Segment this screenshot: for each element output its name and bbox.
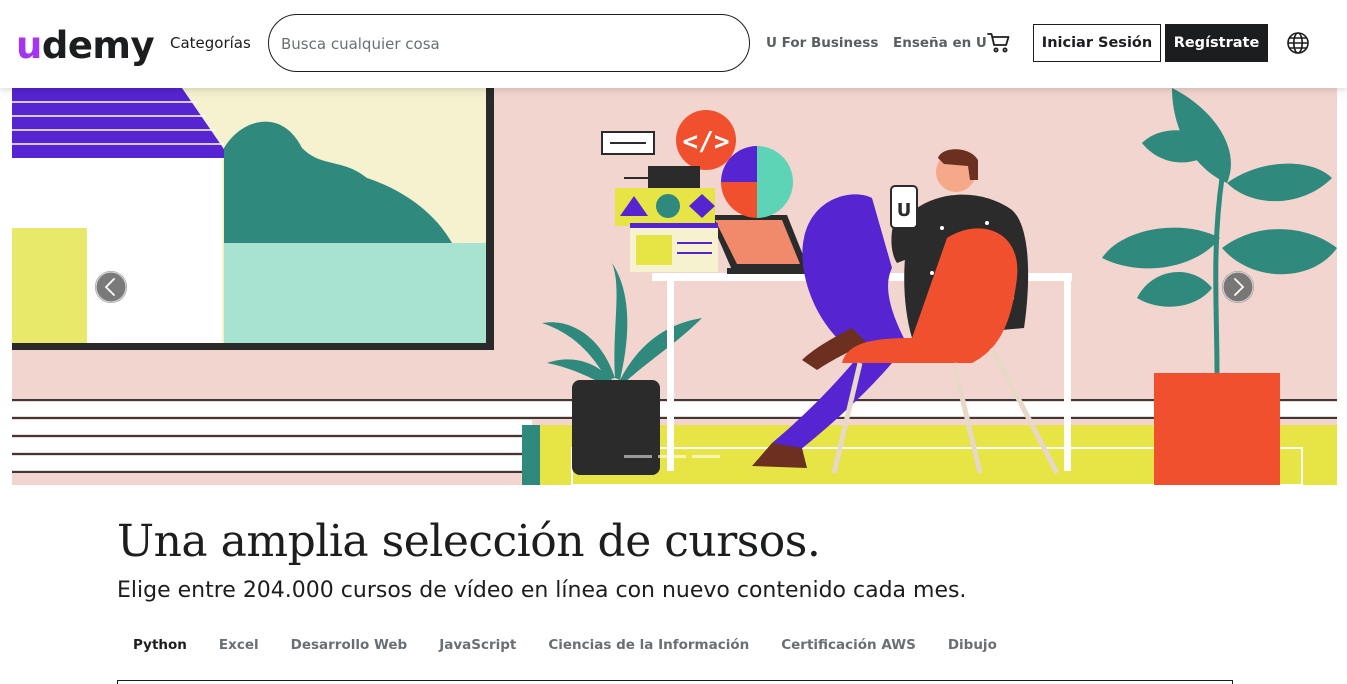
signup-button[interactable]: Regístrate	[1165, 24, 1268, 62]
section-subline: Elige entre 204.000 cursos de vídeo en l…	[117, 578, 967, 603]
carousel-dot-2[interactable]	[658, 455, 686, 458]
carousel-next-button[interactable]	[1222, 271, 1254, 303]
top-header: udemy Categorías U For Business Enseña e…	[0, 0, 1347, 88]
tab-certificación-aws[interactable]: Certificación AWS	[765, 634, 932, 656]
tab-python[interactable]: Python	[117, 634, 203, 656]
tab-panel-border	[117, 680, 1233, 684]
udemy-business-link[interactable]: U For Business	[766, 35, 878, 51]
tab-desarrollo-web[interactable]: Desarrollo Web	[275, 634, 424, 656]
phone-logo: U	[897, 200, 912, 221]
wall-picture	[12, 88, 494, 350]
carousel-dot-3[interactable]	[692, 455, 720, 458]
svg-text:</>: </>	[683, 127, 730, 157]
chevron-left-icon	[95, 271, 127, 303]
hero-illustration: </> U	[12, 88, 1337, 485]
search-bar[interactable]	[268, 14, 750, 72]
course-category-tabs: Python Excel Desarrollo Web JavaScript Cienc…	[117, 634, 1013, 656]
search-input[interactable]	[281, 27, 736, 61]
logo-u: u	[16, 24, 42, 67]
tab-excel[interactable]: Excel	[203, 634, 275, 656]
carousel-dot-1[interactable]	[624, 455, 652, 458]
tab-javascript[interactable]: JavaScript	[423, 634, 532, 656]
carousel-indicators	[624, 455, 720, 458]
tab-dibujo[interactable]: Dibujo	[932, 634, 1013, 656]
chevron-right-icon	[1222, 271, 1254, 303]
categories-menu[interactable]: Categorías	[170, 34, 251, 52]
cart-icon[interactable]	[987, 32, 1011, 54]
globe-icon[interactable]	[1286, 31, 1310, 55]
teach-on-udemy-link[interactable]: Enseña en U	[893, 35, 987, 51]
section-headline: Una amplia selección de cursos.	[117, 516, 821, 567]
tab-ciencias-de-la-información[interactable]: Ciencias de la Información	[532, 634, 765, 656]
logo-text: demy	[41, 24, 155, 67]
login-button[interactable]: Iniciar Sesión	[1033, 24, 1161, 62]
carousel-prev-button[interactable]	[95, 271, 127, 303]
hero-banner: </> U	[12, 88, 1337, 485]
udemy-logo[interactable]: udemy	[16, 24, 155, 68]
